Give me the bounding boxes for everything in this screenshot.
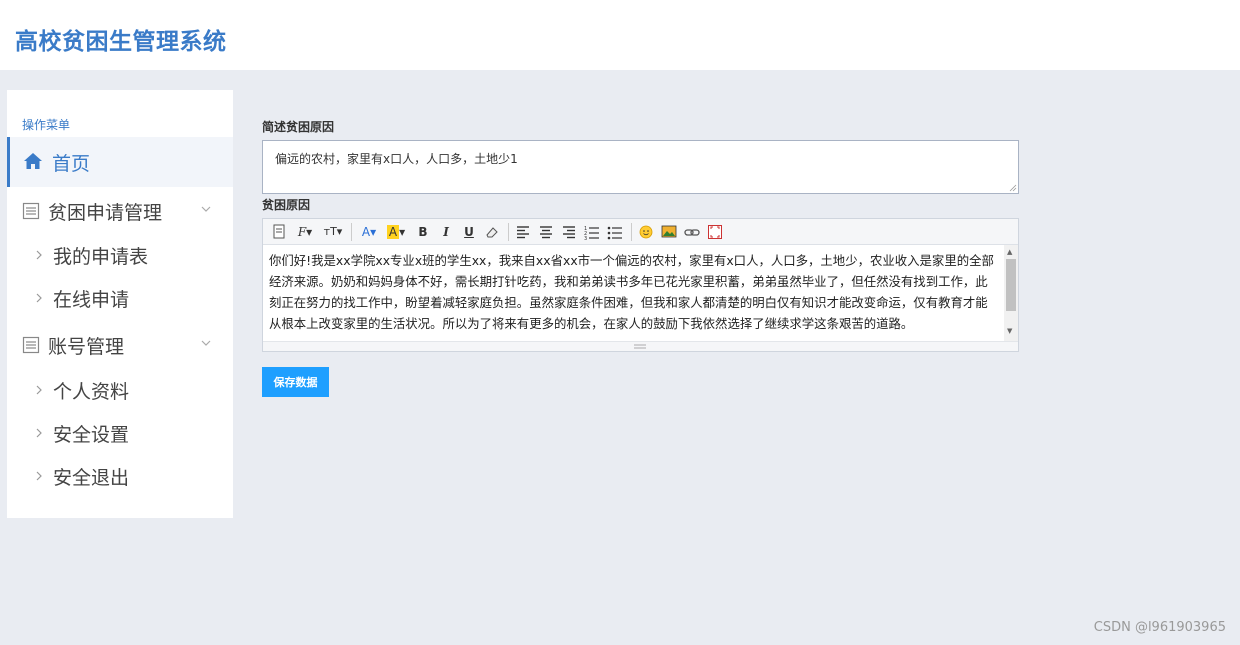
- italic-icon[interactable]: I: [439, 223, 453, 241]
- toolbar-separator: [631, 223, 632, 241]
- sidebar-item-profile[interactable]: 个人资料: [7, 371, 233, 409]
- align-center-icon[interactable]: [538, 223, 554, 241]
- sidebar-item-logout[interactable]: 安全退出: [7, 457, 233, 495]
- chevron-right-icon: [36, 471, 42, 481]
- reason-label: 贫困原因: [262, 198, 311, 212]
- editor-footer: [263, 341, 1018, 351]
- chevron-right-icon: [36, 293, 42, 303]
- editor-scrollbar[interactable]: ▲ ▼: [1004, 245, 1018, 341]
- chevron-right-icon: [36, 250, 42, 260]
- sidebar-group-application[interactable]: 贫困申请管理: [7, 190, 233, 230]
- rich-text-editor: F▾ тT▾ A▾ A ▾ B I U 1 2 3 你们好!我是xx学院xx专业…: [262, 218, 1019, 352]
- sidebar-item-label: 安全退出: [53, 467, 130, 489]
- sidebar-item-label: 我的申请表: [53, 246, 149, 268]
- sidebar-group-label: 账号管理: [48, 336, 125, 358]
- font-family-icon[interactable]: F▾: [294, 223, 316, 241]
- save-button[interactable]: 保存数据: [262, 367, 329, 397]
- summary-label: 简述贫困原因: [262, 120, 335, 134]
- list-icon: [22, 202, 40, 220]
- svg-text:3: 3: [584, 236, 587, 241]
- home-icon: [24, 153, 42, 169]
- chevron-right-icon: [36, 428, 42, 438]
- chevron-down-icon: [201, 340, 211, 346]
- toolbar-separator: [351, 223, 352, 241]
- sidebar-item-home[interactable]: 首页: [7, 137, 233, 187]
- emoticon-icon[interactable]: [638, 223, 654, 241]
- sidebar-item-label: 个人资料: [53, 381, 130, 403]
- scroll-up-icon[interactable]: ▲: [1007, 248, 1012, 256]
- sidebar-group-account[interactable]: 账号管理: [7, 324, 233, 364]
- link-icon[interactable]: [684, 223, 700, 241]
- chevron-down-icon: [201, 206, 211, 212]
- sidebar-item-my-application[interactable]: 我的申请表: [7, 236, 233, 274]
- app-header: 高校贫困生管理系统: [0, 0, 1240, 70]
- sidebar-item-security[interactable]: 安全设置: [7, 414, 233, 452]
- font-family-glyph: F: [297, 225, 307, 239]
- bold-icon[interactable]: B: [416, 223, 430, 241]
- resize-handle-icon[interactable]: [1009, 184, 1017, 192]
- image-icon[interactable]: [661, 223, 677, 241]
- drag-handle-icon[interactable]: [633, 343, 647, 350]
- sidebar-group-label: 贫困申请管理: [48, 202, 163, 224]
- toolbar-separator: [508, 223, 509, 241]
- menu-header: 操作菜单: [22, 118, 71, 132]
- font-size-glyph: тT: [323, 225, 337, 238]
- font-color-icon[interactable]: A▾: [359, 223, 379, 241]
- sidebar-item-home-label: 首页: [52, 153, 91, 175]
- font-color-glyph: A: [361, 225, 371, 239]
- fullscreen-icon[interactable]: [707, 223, 723, 241]
- sidebar-item-label: 在线申请: [53, 289, 130, 311]
- eraser-icon[interactable]: [484, 223, 500, 241]
- chevron-right-icon: [36, 385, 42, 395]
- summary-reason-input[interactable]: 偏远的农村，家里有x口人，人口多，土地少1: [262, 140, 1019, 194]
- list-icon: [22, 336, 40, 354]
- background-color-glyph: A: [386, 225, 400, 239]
- sidebar-item-online-apply[interactable]: 在线申请: [7, 279, 233, 317]
- underline-icon[interactable]: U: [462, 223, 476, 241]
- sidebar: 操作菜单 首页 贫困申请管理 我的申请表 在线申请 账号管理 个人资料 安全设置…: [7, 90, 233, 518]
- align-right-icon[interactable]: [561, 223, 577, 241]
- source-icon[interactable]: [271, 223, 287, 241]
- summary-reason-value: 偏远的农村，家里有x口人，人口多，土地少1: [275, 152, 518, 166]
- watermark: CSDN @l961903965: [1093, 620, 1226, 635]
- align-left-icon[interactable]: [515, 223, 531, 241]
- unordered-list-icon[interactable]: [607, 223, 623, 241]
- ordered-list-icon[interactable]: 1 2 3: [584, 223, 600, 241]
- scroll-thumb[interactable]: [1006, 259, 1016, 311]
- font-size-icon[interactable]: тT▾: [321, 223, 345, 241]
- reason-text: 你们好!我是xx学院xx专业x班的学生xx，我来自xx省xx市一个偏远的农村，家…: [269, 253, 994, 331]
- scroll-down-icon[interactable]: ▼: [1007, 327, 1012, 335]
- app-title: 高校贫困生管理系统: [15, 29, 227, 55]
- editor-toolbar: F▾ тT▾ A▾ A ▾ B I U 1 2 3: [263, 219, 1018, 245]
- background-color-icon[interactable]: A ▾: [385, 223, 407, 241]
- sidebar-item-label: 安全设置: [53, 424, 130, 446]
- editor-content-area[interactable]: 你们好!我是xx学院xx专业x班的学生xx，我来自xx省xx市一个偏远的农村，家…: [263, 245, 1003, 341]
